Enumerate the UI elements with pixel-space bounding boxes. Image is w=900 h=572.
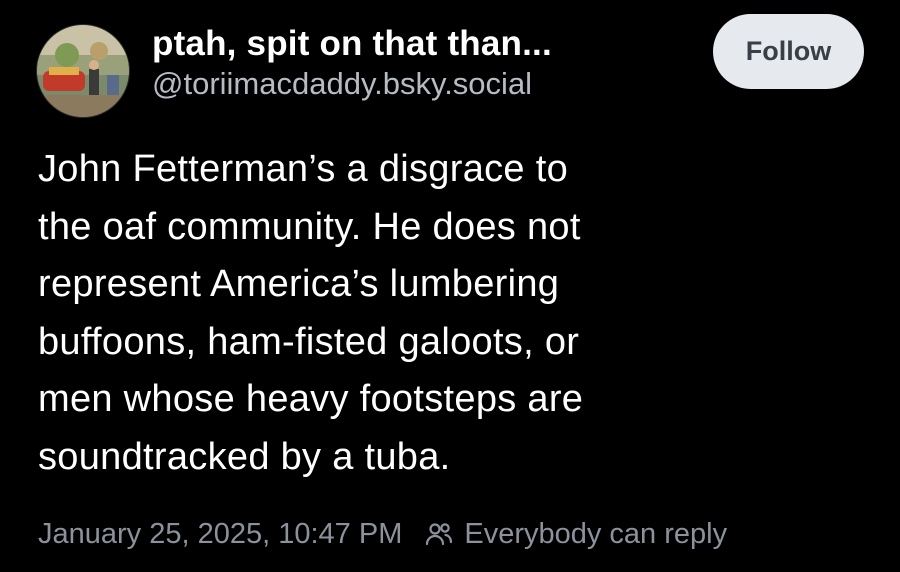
follow-button[interactable]: Follow: [713, 14, 864, 89]
post-text-line: represent America’s lumbering: [38, 263, 560, 305]
author-avatar[interactable]: [36, 24, 130, 118]
post-timestamp[interactable]: January 25, 2025, 10:47 PM: [38, 518, 402, 551]
post-text-line: the oaf community. He does not: [38, 205, 581, 248]
avatar-image: [37, 25, 129, 117]
post-text-line: John Fetterman’s a disgrace to: [38, 148, 569, 190]
post-card: ptah, spit on that than... @toriimacdadd…: [0, 0, 900, 572]
post-text-line: soundtracked by a tuba.: [38, 435, 451, 478]
reply-setting-label: Everybody can reply: [464, 517, 728, 550]
author-handle[interactable]: @toriimacdaddy.bsky.social: [152, 66, 532, 102]
post-meta: January 25, 2025, 10:47 PM Everybody can…: [38, 514, 727, 554]
post-text-line: buffoons, ham-fisted galoots, or: [38, 320, 580, 363]
author-display-name[interactable]: ptah, spit on that than...: [152, 24, 552, 64]
post-body: John Fetterman’s a disgrace to the oaf c…: [38, 141, 858, 486]
people-icon: [424, 519, 454, 549]
post-text-line: men whose heavy footsteps are: [38, 378, 584, 420]
